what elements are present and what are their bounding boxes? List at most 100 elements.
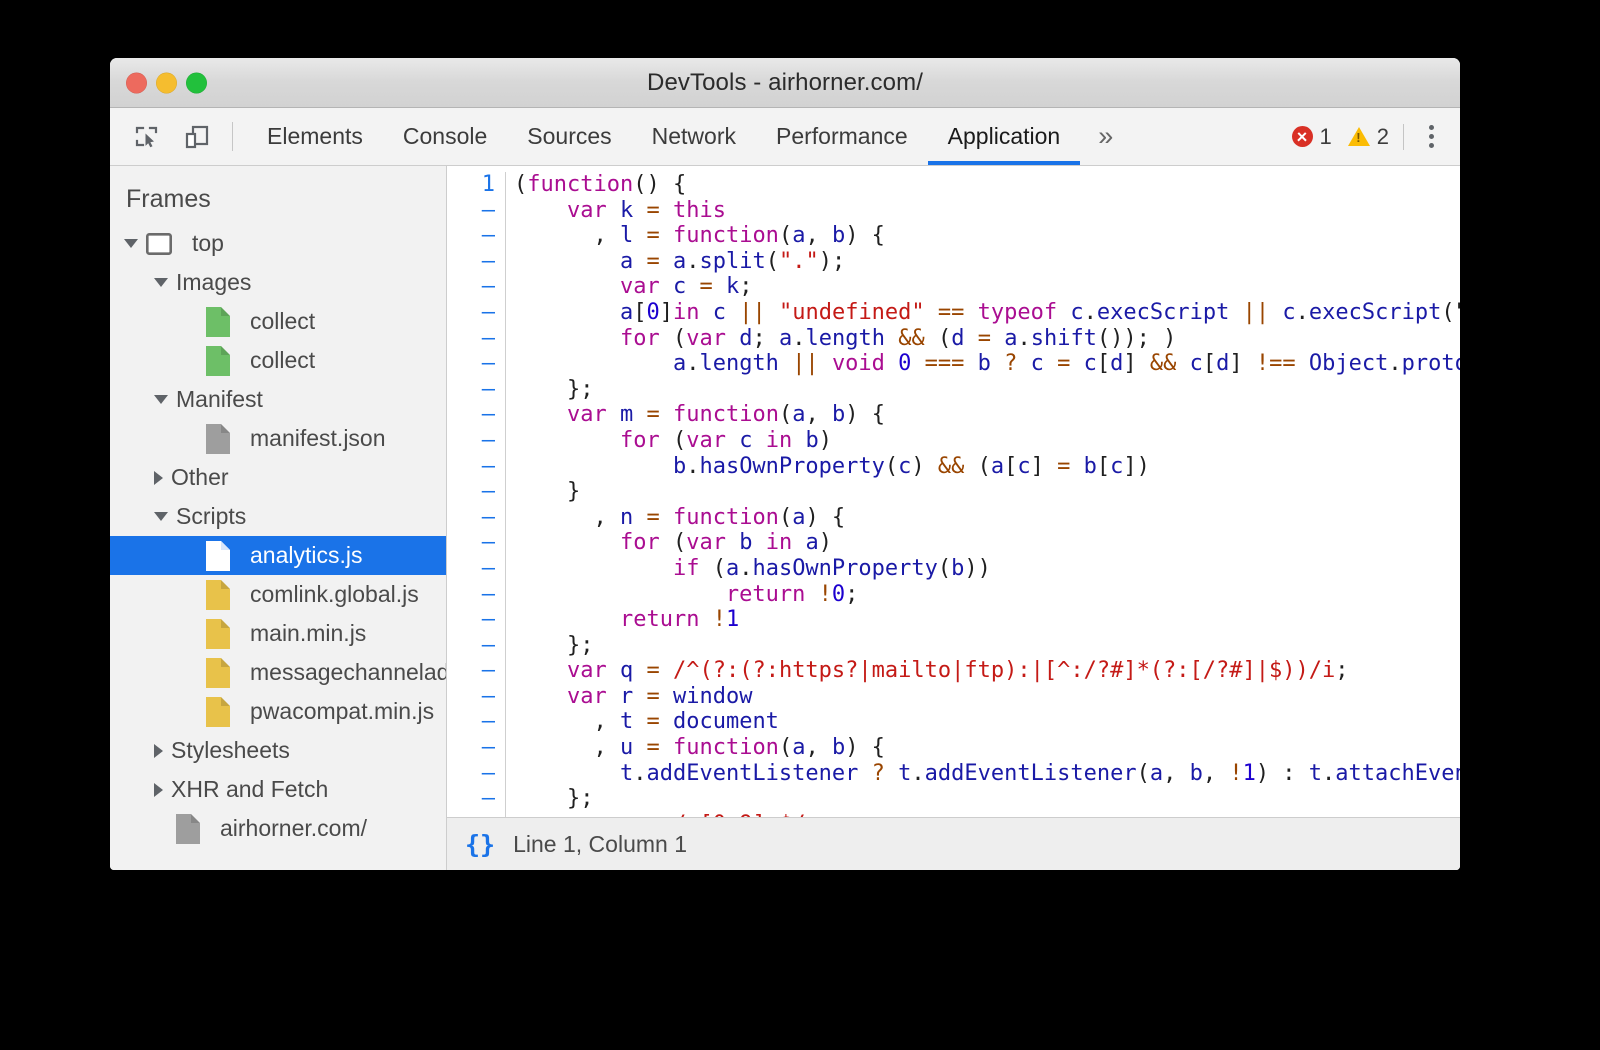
tab-label: Elements bbox=[267, 123, 363, 150]
code-line: , u = function(a, b) { bbox=[514, 735, 1460, 761]
tree-item-label: analytics.js bbox=[250, 542, 362, 569]
code-line: if (a.hasOwnProperty(b)) bbox=[514, 556, 1460, 582]
chevron-right-icon[interactable] bbox=[154, 744, 163, 758]
line-number: – bbox=[447, 402, 495, 428]
warning-icon bbox=[1348, 127, 1370, 146]
source-code[interactable]: (function() { var k = this , l = functio… bbox=[506, 172, 1460, 817]
error-icon bbox=[1292, 126, 1313, 147]
chevron-down-icon[interactable] bbox=[154, 278, 168, 287]
tree-item-top[interactable]: top bbox=[110, 224, 446, 263]
more-tabs-icon[interactable]: » bbox=[1080, 108, 1129, 165]
tree-item-pwacompat-min-js[interactable]: pwacompat.min.js bbox=[110, 692, 446, 731]
tree-item-stylesheets[interactable]: Stylesheets bbox=[110, 731, 446, 770]
chevron-right-icon[interactable] bbox=[154, 471, 163, 485]
line-number: – bbox=[447, 223, 495, 249]
tree-item-manifest-json[interactable]: manifest.json bbox=[110, 419, 446, 458]
tree-item-airhorner-com[interactable]: airhorner.com/ bbox=[110, 809, 446, 848]
script-file-icon bbox=[206, 619, 240, 649]
line-number: – bbox=[447, 377, 495, 403]
tab-label: Sources bbox=[527, 123, 611, 150]
line-number: – bbox=[447, 530, 495, 556]
tree-item-messagechanneladapter-js[interactable]: messagechanneladapter.js bbox=[110, 653, 446, 692]
minimize-window-button[interactable] bbox=[156, 72, 177, 93]
tree-item-analytics-js[interactable]: analytics.js bbox=[110, 536, 446, 575]
tab-network[interactable]: Network bbox=[632, 108, 756, 165]
line-number: – bbox=[447, 505, 495, 531]
tree-item-main-min-js[interactable]: main.min.js bbox=[110, 614, 446, 653]
tree-item-label: XHR and Fetch bbox=[171, 776, 328, 803]
tab-application[interactable]: Application bbox=[928, 108, 1081, 165]
frames-tree: top Images collect collect Manifest manifest.… bbox=[110, 224, 446, 848]
code-line: , n = function(a) { bbox=[514, 505, 1460, 531]
tab-sources[interactable]: Sources bbox=[507, 108, 631, 165]
frames-sidebar[interactable]: Frames topImagescollectcollectManifestma… bbox=[110, 166, 447, 870]
line-number: – bbox=[447, 761, 495, 787]
tree-item-collect[interactable]: collect bbox=[110, 302, 446, 341]
line-number: – bbox=[447, 658, 495, 684]
tab-performance[interactable]: Performance bbox=[756, 108, 928, 165]
line-number: – bbox=[447, 326, 495, 352]
code-line: }; bbox=[514, 377, 1460, 403]
more-options-icon[interactable] bbox=[1416, 120, 1446, 154]
pretty-print-icon[interactable]: {} bbox=[465, 830, 495, 859]
tree-item-label: main.min.js bbox=[250, 620, 366, 647]
close-window-button[interactable] bbox=[126, 72, 147, 93]
zoom-window-button[interactable] bbox=[186, 72, 207, 93]
tab-elements[interactable]: Elements bbox=[247, 108, 383, 165]
document-file-icon bbox=[206, 424, 240, 454]
code-line: } bbox=[514, 479, 1460, 505]
line-number: – bbox=[447, 709, 495, 735]
inspect-element-icon[interactable] bbox=[130, 120, 164, 154]
code-line: a = a.split("."); bbox=[514, 249, 1460, 275]
chevron-right-icon[interactable] bbox=[154, 783, 163, 797]
tree-item-label: comlink.global.js bbox=[250, 581, 419, 608]
code-line: var r = window bbox=[514, 684, 1460, 710]
tree-item-images[interactable]: Images bbox=[110, 263, 446, 302]
chevron-down-icon[interactable] bbox=[154, 395, 168, 404]
tree-item-scripts[interactable]: Scripts bbox=[110, 497, 446, 536]
tree-item-comlink-global-js[interactable]: comlink.global.js bbox=[110, 575, 446, 614]
code-line: a.length || void 0 === b ? c = c[d] && c… bbox=[514, 351, 1460, 377]
application-panel: Frames topImagescollectcollectManifestma… bbox=[110, 166, 1460, 870]
chevron-down-icon[interactable] bbox=[124, 239, 138, 248]
tab-label: Performance bbox=[776, 123, 908, 150]
editor-status-bar: {} Line 1, Column 1 bbox=[447, 817, 1460, 870]
tree-item-other[interactable]: Other bbox=[110, 458, 446, 497]
tree-item-label: Images bbox=[176, 269, 251, 296]
code-line: for (var d; a.length && (d = a.shift());… bbox=[514, 326, 1460, 352]
line-number: – bbox=[447, 428, 495, 454]
script-file-icon bbox=[206, 580, 240, 610]
tree-item-xhr-and-fetch[interactable]: XHR and Fetch bbox=[110, 770, 446, 809]
toolbar-right-section: 1 2 bbox=[1284, 108, 1461, 165]
line-number: – bbox=[447, 300, 495, 326]
tab-console[interactable]: Console bbox=[383, 108, 507, 165]
image-file-icon bbox=[206, 346, 240, 376]
window-titlebar: DevTools - airhorner.com/ bbox=[110, 58, 1460, 108]
line-number: – bbox=[447, 198, 495, 224]
warning-counter[interactable]: 2 bbox=[1340, 124, 1397, 150]
script-file-icon-selected bbox=[206, 541, 240, 571]
tree-item-label: messagechanneladapter.js bbox=[250, 659, 446, 686]
line-number: – bbox=[447, 735, 495, 761]
code-viewport[interactable]: 1––––––––––––––––––––––––– (function() {… bbox=[447, 166, 1460, 817]
line-number: – bbox=[447, 582, 495, 608]
devtools-window: DevTools - airhorner.com/ Elements Conso… bbox=[110, 58, 1460, 870]
tree-item-label: manifest.json bbox=[250, 425, 386, 452]
device-toolbar-icon[interactable] bbox=[180, 120, 214, 154]
tree-item-collect[interactable]: collect bbox=[110, 341, 446, 380]
cursor-position: Line 1, Column 1 bbox=[513, 831, 687, 858]
tree-item-label: collect bbox=[250, 308, 315, 335]
line-number: – bbox=[447, 454, 495, 480]
warning-count: 2 bbox=[1377, 124, 1389, 150]
tree-item-label: Manifest bbox=[176, 386, 263, 413]
code-line: var m = function(a, b) { bbox=[514, 402, 1460, 428]
error-counter[interactable]: 1 bbox=[1284, 124, 1340, 150]
tree-item-manifest[interactable]: Manifest bbox=[110, 380, 446, 419]
code-line: return !0; bbox=[514, 582, 1460, 608]
document-file-icon bbox=[176, 814, 210, 844]
toolbar-divider-right bbox=[1403, 124, 1404, 150]
line-number: – bbox=[447, 274, 495, 300]
tree-item-label: Stylesheets bbox=[171, 737, 290, 764]
tree-item-label: airhorner.com/ bbox=[220, 815, 367, 842]
chevron-down-icon[interactable] bbox=[154, 512, 168, 521]
